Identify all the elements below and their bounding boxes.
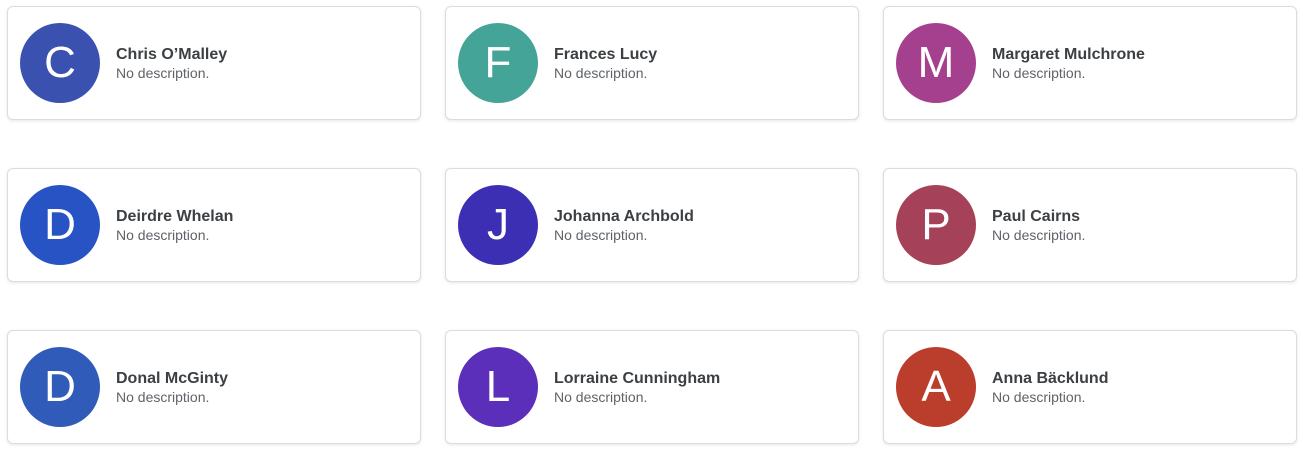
avatar: D	[20, 185, 100, 265]
avatar: L	[458, 347, 538, 427]
person-name: Chris O’Malley	[116, 45, 228, 63]
person-description: No description.	[992, 64, 1086, 81]
person-info: Johanna Archbold No description.	[554, 207, 694, 244]
person-description: No description.	[116, 226, 210, 243]
person-info: Deirdre Whelan No description.	[116, 207, 233, 244]
avatar: J	[458, 185, 538, 265]
person-name: Anna Bäcklund	[992, 369, 1109, 387]
person-description: No description.	[116, 388, 210, 405]
avatar: P	[896, 185, 976, 265]
person-card-anna-backlund[interactable]: A Anna Bäcklund No description.	[883, 330, 1297, 444]
person-info: Frances Lucy No description.	[554, 45, 657, 82]
person-name: Deirdre Whelan	[116, 207, 234, 225]
person-name: Donal McGinty	[116, 369, 229, 387]
person-name: Johanna Archbold	[554, 207, 694, 225]
person-description: No description.	[992, 388, 1086, 405]
avatar: A	[896, 347, 976, 427]
person-info: Anna Bäcklund No description.	[992, 369, 1108, 406]
person-name: Frances Lucy	[554, 45, 658, 63]
person-name: Paul Cairns	[992, 207, 1081, 225]
person-info: Donal McGinty No description.	[116, 369, 228, 406]
avatar: D	[20, 347, 100, 427]
avatar: F	[458, 23, 538, 103]
person-description: No description.	[116, 64, 210, 81]
person-description: No description.	[554, 64, 648, 81]
person-info: Chris O’Malley No description.	[116, 45, 227, 82]
person-card-deirdre-whelan[interactable]: D Deirdre Whelan No description.	[7, 168, 421, 282]
avatar: M	[896, 23, 976, 103]
person-card-donal-mcginty[interactable]: D Donal McGinty No description.	[7, 330, 421, 444]
person-card-paul-cairns[interactable]: P Paul Cairns No description.	[883, 168, 1297, 282]
person-description: No description.	[554, 226, 648, 243]
person-info: Lorraine Cunningham No description.	[554, 369, 720, 406]
person-card-margaret-mulchrone[interactable]: M Margaret Mulchrone No description.	[883, 6, 1297, 120]
person-info: Paul Cairns No description.	[992, 207, 1085, 244]
person-card-chris-omalley[interactable]: C Chris O’Malley No description.	[7, 6, 421, 120]
person-description: No description.	[992, 226, 1086, 243]
avatar: C	[20, 23, 100, 103]
person-card-lorraine-cunningham[interactable]: L Lorraine Cunningham No description.	[445, 330, 859, 444]
person-name: Margaret Mulchrone	[992, 45, 1145, 63]
person-name: Lorraine Cunningham	[554, 369, 721, 387]
person-card-frances-lucy[interactable]: F Frances Lucy No description.	[445, 6, 859, 120]
people-card-grid: C Chris O’Malley No description. F Franc…	[7, 6, 1297, 444]
person-description: No description.	[554, 388, 648, 405]
person-info: Margaret Mulchrone No description.	[992, 45, 1145, 82]
person-card-johanna-archbold[interactable]: J Johanna Archbold No description.	[445, 168, 859, 282]
